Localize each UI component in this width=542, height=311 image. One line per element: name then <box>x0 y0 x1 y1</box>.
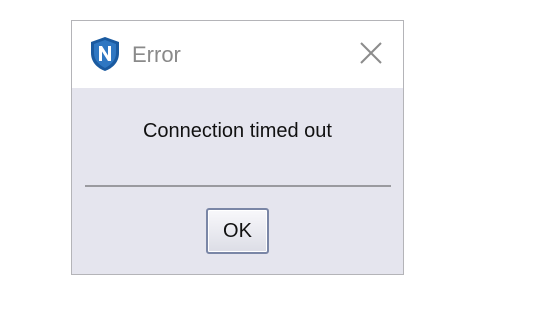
shield-n-logo-icon <box>91 37 119 71</box>
error-message: Connection timed out <box>142 120 332 142</box>
separator <box>85 185 391 187</box>
ok-button[interactable]: OK <box>206 208 269 254</box>
dialog-titlebar: Error <box>72 21 403 88</box>
dialog-title: Error <box>132 42 181 67</box>
error-dialog: Error Connection timed out OK <box>71 20 404 275</box>
close-icon[interactable] <box>356 38 386 68</box>
